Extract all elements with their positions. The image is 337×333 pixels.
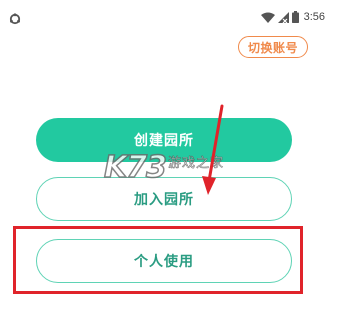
annotation-highlight-box	[13, 226, 303, 294]
watermark: K73 游戏之家	[103, 148, 225, 188]
signal-icon	[277, 11, 289, 23]
watermark-site-text: 游戏之家	[168, 155, 225, 171]
watermark-logo: K73	[103, 149, 168, 186]
sync-circle-icon	[9, 10, 21, 25]
battery-icon	[291, 11, 299, 23]
status-bar: 3:56	[0, 0, 337, 32]
status-icons: 3:56	[260, 10, 325, 24]
screen: 3:56 切换账号 创建园所 加入园所 个人使用 K73 游戏之家	[0, 0, 337, 333]
clock: 3:56	[303, 11, 325, 23]
wifi-icon	[260, 12, 275, 23]
switch-account-button[interactable]: 切换账号	[238, 36, 308, 58]
